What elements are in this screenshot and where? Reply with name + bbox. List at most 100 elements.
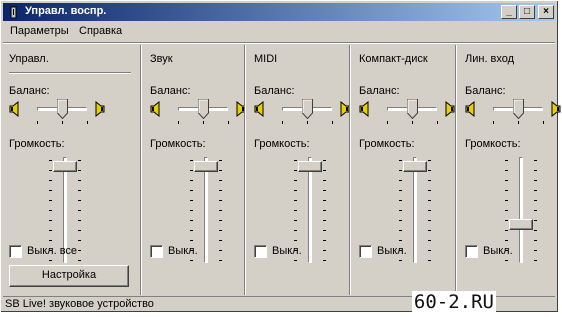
volume-slider-thumb[interactable] — [53, 161, 77, 172]
mute-checkbox[interactable] — [359, 245, 372, 258]
mute-label[interactable]: Выкл. — [483, 245, 513, 257]
volume-tick — [219, 250, 222, 251]
volume-tick — [505, 180, 508, 181]
volume-tick — [534, 200, 537, 201]
balance-slider-thumb[interactable] — [513, 99, 524, 119]
minimize-button[interactable]: _ — [501, 5, 517, 19]
volume-tick — [323, 210, 326, 211]
volume-track[interactable] — [413, 157, 417, 263]
volume-tick — [294, 190, 297, 191]
volume-label: Громкость: — [9, 138, 65, 150]
volume-track[interactable] — [519, 157, 523, 263]
volume-tick — [294, 200, 297, 201]
volume-tick — [399, 170, 402, 171]
balance-label: Баланс: — [9, 85, 50, 97]
balance-tick — [62, 121, 63, 124]
balance-label: Баланс: — [254, 85, 295, 97]
mute-label[interactable]: Выкл. — [377, 245, 407, 257]
balance-tick — [437, 121, 438, 124]
settings-button[interactable]: Настройка — [9, 265, 129, 287]
volume-slider-thumb[interactable] — [298, 161, 322, 172]
volume-track[interactable] — [308, 157, 312, 263]
speaker-left-icon — [254, 101, 264, 117]
volume-tick — [323, 190, 326, 191]
volume-slider-thumb[interactable] — [509, 219, 533, 230]
volume-tick — [294, 240, 297, 241]
volume-tick — [78, 180, 81, 181]
volume-tick — [78, 210, 81, 211]
volume-tick — [190, 180, 193, 181]
menu-help[interactable]: Справка — [76, 25, 125, 37]
volume-tick — [49, 200, 52, 201]
column-title: Лин. вход — [465, 53, 515, 65]
menu-separator — [3, 42, 555, 44]
mute-checkbox[interactable] — [465, 245, 478, 258]
volume-tick — [428, 170, 431, 171]
volume-tick — [428, 230, 431, 231]
volume-tick — [323, 200, 326, 201]
balance-slider-thumb[interactable] — [302, 99, 313, 119]
volume-tick — [49, 170, 52, 171]
volume-tick — [294, 160, 297, 161]
volume-tick — [190, 210, 193, 211]
volume-tick — [428, 160, 431, 161]
mute-label[interactable]: Выкл. все — [27, 245, 77, 257]
volume-tick — [190, 160, 193, 161]
volume-tick — [49, 190, 52, 191]
volume-tick — [219, 220, 222, 221]
volume-tick — [219, 180, 222, 181]
mute-label[interactable]: Выкл. — [272, 245, 302, 257]
mute-checkbox[interactable] — [150, 245, 163, 258]
balance-tick — [203, 121, 204, 124]
mute-label[interactable]: Выкл. — [168, 245, 198, 257]
speaker-right-icon — [95, 101, 105, 117]
volume-tick — [428, 200, 431, 201]
volume-tick — [323, 260, 326, 261]
mute-checkbox[interactable] — [254, 245, 267, 258]
column-title: MIDI — [254, 53, 278, 65]
balance-tick — [332, 121, 333, 124]
column-title: Звук — [150, 53, 173, 65]
title-bar[interactable]: Управл. воспр. _ □ × — [3, 3, 555, 21]
channel-column: MIDI Баланс: Громкость: Выкл. — [246, 45, 350, 295]
balance-slider-thumb[interactable] — [407, 99, 418, 119]
balance-slider-thumb[interactable] — [198, 99, 209, 119]
mute-checkbox[interactable] — [9, 245, 22, 258]
column-divider — [140, 45, 142, 295]
volume-tick — [534, 180, 537, 181]
volume-tick — [399, 160, 402, 161]
speaker-app-icon — [10, 6, 17, 19]
volume-slider-thumb[interactable] — [403, 161, 427, 172]
volume-label: Громкость: — [465, 138, 521, 150]
menu-parameters[interactable]: Параметры — [7, 25, 72, 37]
volume-tick — [219, 190, 222, 191]
channel-column: Звук Баланс: Громкость: Выкл. — [142, 45, 246, 295]
volume-tick — [505, 190, 508, 191]
close-button[interactable]: × — [538, 5, 554, 19]
balance-tick — [228, 121, 229, 124]
balance-tick — [387, 121, 388, 124]
volume-tick — [428, 250, 431, 251]
volume-tick — [505, 210, 508, 211]
volume-tick — [78, 250, 81, 251]
volume-track[interactable] — [204, 157, 208, 263]
column-title: Управл. — [9, 53, 49, 65]
volume-tick — [49, 240, 52, 241]
volume-tick — [534, 240, 537, 241]
master-column: Управл. Баланс: Громкость: Выкл. все Настрой… — [1, 45, 139, 295]
volume-tick — [294, 220, 297, 221]
volume-tick — [534, 190, 537, 191]
volume-tick — [219, 210, 222, 211]
volume-tick — [78, 200, 81, 201]
volume-tick — [534, 170, 537, 171]
status-text: SB Live! звуковое устройство — [5, 298, 154, 310]
balance-tick — [543, 121, 544, 124]
volume-tick — [534, 230, 537, 231]
volume-slider-thumb[interactable] — [194, 161, 218, 172]
volume-tick — [505, 240, 508, 241]
balance-slider-thumb[interactable] — [57, 99, 68, 119]
volume-label: Громкость: — [359, 138, 415, 150]
maximize-button[interactable]: □ — [519, 5, 535, 19]
volume-tick — [505, 260, 508, 261]
volume-tick — [190, 230, 193, 231]
